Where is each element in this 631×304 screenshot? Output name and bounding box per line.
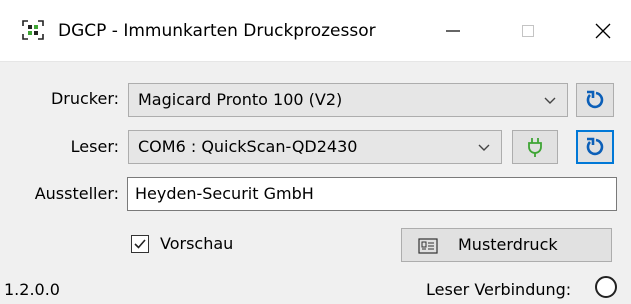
plug-icon <box>528 138 542 157</box>
refresh-icon <box>586 90 604 109</box>
close-icon <box>595 23 611 39</box>
reader-select-value: COM6 : QuickScan-QD2430 <box>138 137 358 156</box>
issuer-input-value: Heyden-Securit GmbH <box>135 184 314 203</box>
sample-print-button[interactable]: Musterdruck <box>401 228 612 262</box>
reader-label: Leser: <box>70 137 119 156</box>
id-card-icon <box>418 238 438 254</box>
maximize-button[interactable] <box>500 0 556 62</box>
sample-print-label: Musterdruck <box>458 235 558 254</box>
refresh-printers-button[interactable] <box>576 83 614 117</box>
close-button[interactable] <box>575 0 631 62</box>
issuer-input[interactable]: Heyden-Securit GmbH <box>127 177 617 211</box>
issuer-label: Aussteller: <box>34 184 119 203</box>
title-bar: DGCP - Immunkarten Druckprozessor <box>0 0 631 62</box>
minimize-icon <box>446 30 460 32</box>
connect-reader-button[interactable] <box>512 130 558 164</box>
connection-status-indicator <box>595 276 617 298</box>
refresh-icon <box>586 137 604 156</box>
minimize-button[interactable] <box>425 0 481 62</box>
maximize-icon <box>522 25 534 37</box>
checkmark-icon <box>134 239 146 249</box>
reader-connection-label: Leser Verbindung: <box>426 280 572 299</box>
reader-select[interactable]: COM6 : QuickScan-QD2430 <box>128 130 502 164</box>
refresh-readers-button[interactable] <box>576 130 614 164</box>
preview-label[interactable]: Vorschau <box>160 234 233 254</box>
printer-select-value: Magicard Pronto 100 (V2) <box>138 90 343 109</box>
printer-select[interactable]: Magicard Pronto 100 (V2) <box>128 83 568 117</box>
preview-checkbox[interactable] <box>131 235 149 253</box>
chevron-down-icon <box>478 144 490 151</box>
window-title: DGCP - Immunkarten Druckprozessor <box>58 21 376 41</box>
qr-scan-icon <box>22 20 44 40</box>
printer-label: Drucker: <box>50 89 119 108</box>
version-text: 1.2.0.0 <box>4 280 60 299</box>
chevron-down-icon <box>544 97 556 104</box>
